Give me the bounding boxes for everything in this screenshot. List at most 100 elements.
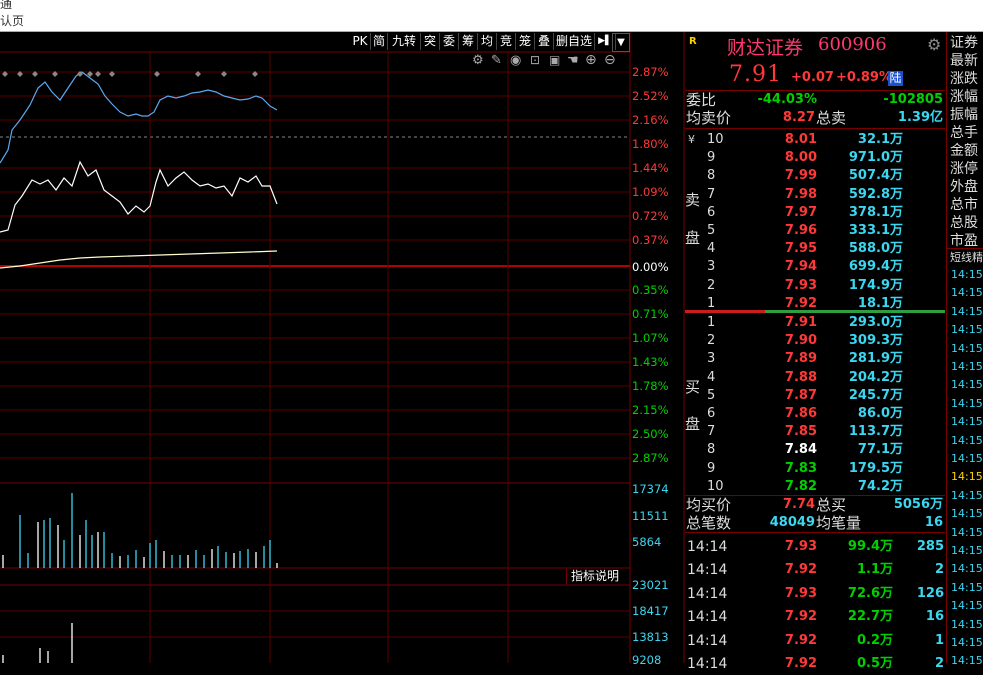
- scale-up-1: 2.52%: [632, 89, 669, 103]
- tick-price: 7.92: [784, 562, 817, 578]
- avg-buy: 7.74: [782, 497, 815, 512]
- price-change-pct: +0.89%: [836, 70, 892, 85]
- sell-level-volume: 588.0万: [848, 241, 903, 257]
- sell-level-volume: 507.4万: [848, 168, 903, 184]
- toolbar-button-9[interactable]: 叠: [535, 33, 554, 50]
- avg-trade-label: 均笔量: [816, 514, 862, 532]
- window-menu-fragment[interactable]: 认页: [0, 12, 24, 29]
- buy-level-row[interactable]: 8 7.84 77.1万: [685, 441, 945, 459]
- buy-level-price: 7.88: [784, 369, 817, 385]
- buy-level-row[interactable]: 7 7.85 113.7万: [685, 423, 945, 441]
- stock-code: 600906: [818, 34, 887, 55]
- toolbar-button-3[interactable]: 突: [421, 33, 440, 50]
- buy-level-row[interactable]: 3 7.89 281.9万: [685, 350, 945, 368]
- zoom-in-icon[interactable]: ⊕: [585, 52, 597, 68]
- tick-count: 16: [925, 609, 944, 625]
- toolbar-button-4[interactable]: 委: [440, 33, 459, 50]
- detail-column: 证券 最新 涨跌 涨幅 振幅 总手 金额 涨停 外盘 总市 总股 市盈 短线精 14:15 14:15 14:…: [946, 32, 983, 667]
- scale-down-5: 2.15%: [632, 403, 669, 417]
- tick-row[interactable]: 14:14 7.92 0.2万 1: [685, 630, 945, 652]
- sell-level-row[interactable]: 4 7.95 588.0万: [685, 240, 945, 258]
- toolbar-button-1[interactable]: 简: [371, 33, 388, 50]
- buy-level-price: 7.82: [784, 478, 817, 494]
- total-sell-label: 总卖: [816, 109, 847, 127]
- buy-level-row[interactable]: 1 7.91 293.0万: [685, 314, 945, 332]
- buy-level-volume: 113.7万: [848, 424, 903, 440]
- sell-level-row[interactable]: 6 7.97 378.1万: [685, 204, 945, 222]
- buy-level-volume: 309.3万: [848, 333, 903, 349]
- tick-price: 7.92: [784, 609, 817, 625]
- tick-count: 1: [934, 632, 944, 648]
- toolbar-dropdown[interactable]: ▼: [612, 33, 630, 52]
- total-buy-label: 总买: [816, 496, 847, 514]
- short-line-time: 14:15: [951, 360, 983, 373]
- tick-row[interactable]: 14:14 7.93 99.4万 285: [685, 536, 945, 558]
- toolbar-button-0[interactable]: PK: [350, 33, 371, 50]
- buy-level-row[interactable]: 9 7.83 179.5万: [685, 460, 945, 478]
- toolbar-button-10[interactable]: 删自选: [554, 33, 595, 50]
- total-buy: 5056万: [893, 497, 943, 512]
- tick-row[interactable]: 14:14 7.93 72.6万 126: [685, 583, 945, 605]
- indicator-help-button[interactable]: 指标说明: [566, 569, 623, 584]
- ind-scale-1: 18417: [632, 604, 669, 618]
- toolbar-button-5[interactable]: 筹: [459, 33, 478, 50]
- sell-level-row[interactable]: 3 7.94 699.4万: [685, 258, 945, 276]
- buy-level-price: 7.83: [784, 460, 817, 476]
- save-icon[interactable]: ▣: [549, 53, 560, 67]
- sell-level-volume: 378.1万: [848, 204, 903, 220]
- window-titlebar: 通 认页: [0, 0, 983, 32]
- toolbar-button-6[interactable]: 均: [478, 33, 497, 50]
- market-tag: 陆: [888, 71, 903, 86]
- gear-icon[interactable]: ⚙: [927, 35, 941, 54]
- buy-level-price: 7.90: [784, 333, 817, 349]
- short-line-time: 14:15: [951, 433, 983, 447]
- eye-icon[interactable]: ◉: [510, 53, 521, 68]
- buy-level-row[interactable]: 10 7.82 74.2万: [685, 478, 945, 496]
- vol-scale-2: 5864: [632, 535, 662, 549]
- toolbar-button-8[interactable]: 笼: [516, 33, 535, 50]
- sell-level-row[interactable]: 5 7.96 333.1万: [685, 222, 945, 240]
- buy-level-row[interactable]: 2 7.90 309.3万: [685, 332, 945, 350]
- tick-price: 7.92: [784, 632, 817, 648]
- weibi-pct: -44.03%: [757, 92, 817, 107]
- last-price: 7.91: [729, 62, 782, 87]
- zoom-out-icon[interactable]: ⊖: [604, 52, 616, 68]
- buy-level-num: 1: [707, 315, 716, 330]
- sell-label-bottom: 盘: [685, 229, 701, 247]
- tick-row[interactable]: 14:14 7.92 0.5万 2: [685, 653, 945, 675]
- short-line-time: 14:15: [951, 268, 983, 281]
- settings-icon[interactable]: ⚙: [472, 53, 484, 68]
- avg-trade: 16: [924, 515, 943, 530]
- tick-row[interactable]: 14:14 7.92 22.7万 16: [685, 606, 945, 628]
- sell-level-row[interactable]: 2 7.93 174.9万: [685, 277, 945, 295]
- pen-icon[interactable]: ✎: [491, 53, 502, 68]
- tick-price: 7.92: [784, 656, 817, 671]
- sell-level-row[interactable]: 7 7.98 592.8万: [685, 186, 945, 204]
- chart-icon-row: ⚙ ✎ ◉ ⊡ ▣ ☚ ⊕ ⊖: [472, 52, 622, 69]
- sell-level-volume: 174.9万: [848, 277, 903, 293]
- sell-level-num: 3: [707, 259, 716, 275]
- buy-level-volume: 74.2万: [857, 478, 903, 494]
- sell-level-row[interactable]: 8 7.99 507.4万: [685, 167, 945, 185]
- toolbar-button-7[interactable]: 竞: [497, 33, 516, 50]
- scale-up-6: 0.72%: [632, 209, 669, 223]
- sell-level-price: 8.00: [784, 150, 817, 166]
- tick-row[interactable]: 14:14 7.92 1.1万 2: [685, 559, 945, 581]
- buy-level-price: 7.91: [784, 315, 817, 330]
- short-line-time: 14:15: [951, 304, 983, 318]
- scale-down-3: 1.43%: [632, 355, 669, 369]
- sell-level-price: 7.99: [784, 168, 817, 184]
- hand-icon[interactable]: ☚: [567, 53, 579, 68]
- lock-icon[interactable]: ⊡: [530, 53, 540, 67]
- sell-level-row[interactable]: 10 8.01 32.1万: [685, 131, 945, 149]
- buy-level-row[interactable]: 4 7.88 204.2万: [685, 369, 945, 387]
- buy-level-row[interactable]: 5 7.87 245.7万: [685, 387, 945, 405]
- tick-count: 2: [934, 656, 944, 671]
- short-line-time: 14:15: [951, 636, 983, 649]
- buy-level-price: 7.89: [784, 351, 817, 367]
- short-line-time: 14:15: [951, 562, 983, 576]
- sell-level-row[interactable]: 9 8.00 971.0万: [685, 149, 945, 167]
- buy-level-row[interactable]: 6 7.86 86.0万: [685, 405, 945, 423]
- short-line-time: 14:15: [951, 341, 983, 355]
- toolbar-button-2[interactable]: 九转: [388, 33, 421, 50]
